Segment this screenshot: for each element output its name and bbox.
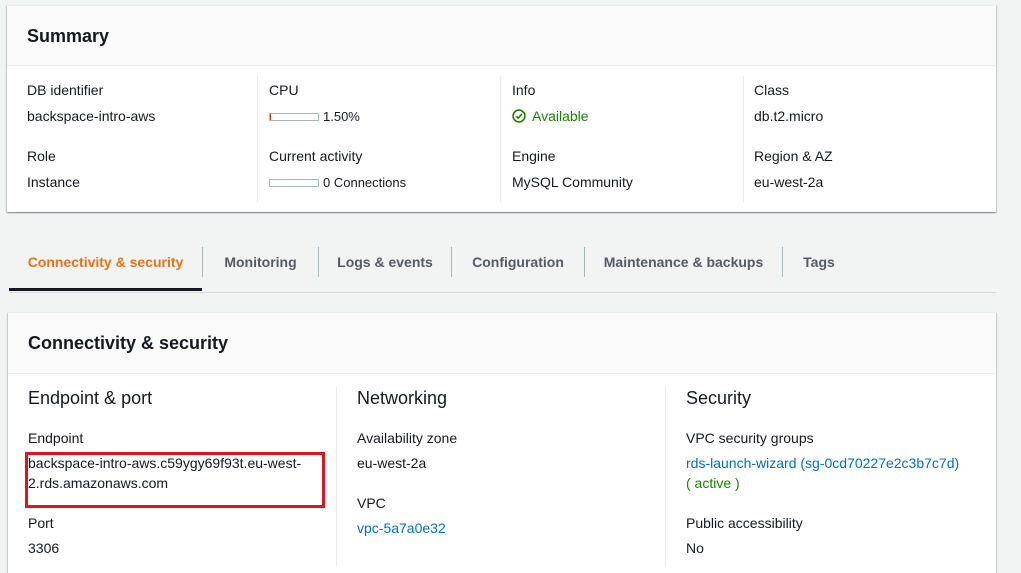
info-status-text: Available <box>532 108 589 124</box>
class-value: db.t2.micro <box>754 108 824 124</box>
tab-maintenance-backups[interactable]: Maintenance & backups <box>585 240 782 291</box>
engine-label: Engine <box>512 148 556 164</box>
vpc-link[interactable]: vpc-5a7a0e32 <box>357 520 446 536</box>
summary-title: Summary <box>27 26 110 46</box>
cpu-label: CPU <box>269 82 299 98</box>
column-divider <box>665 387 666 567</box>
availability-zone-value: eu-west-2a <box>357 455 427 471</box>
current-activity-label: Current activity <box>269 148 363 164</box>
check-circle-icon <box>512 109 526 123</box>
tab-tags[interactable]: Tags <box>783 240 855 291</box>
column-divider <box>336 387 337 567</box>
activity-meter <box>269 179 319 187</box>
cpu-meter <box>269 113 319 121</box>
role-value: Instance <box>27 174 80 190</box>
db-identifier-value: backspace-intro-aws <box>27 108 156 124</box>
security-group-link[interactable]: rds-launch-wizard (sg-0cd70227e2c3b7c7d) <box>686 455 959 471</box>
port-label: Port <box>28 515 54 531</box>
security-title: Security <box>686 388 752 408</box>
public-accessibility-value: No <box>686 540 704 556</box>
summary-header: Summary <box>7 6 996 66</box>
connectivity-title: Connectivity & security <box>28 333 229 353</box>
endpoint-port-title: Endpoint & port <box>28 388 153 408</box>
summary-col-cpu: CPU 1.50% Current activity 0 Connections <box>262 76 501 202</box>
region-az-label: Region & AZ <box>754 148 833 164</box>
public-accessibility-label: Public accessibility <box>686 515 803 531</box>
tab-monitoring[interactable]: Monitoring <box>203 240 318 291</box>
summary-col-class: Class db.t2.micro Region & AZ eu-west-2a <box>748 76 986 202</box>
class-label: Class <box>754 82 790 98</box>
connectivity-panel: Connectivity & security Endpoint & port … <box>8 312 996 573</box>
summary-col-identifier: DB identifier backspace-intro-aws Role I… <box>19 76 258 202</box>
vpc-security-groups-label: VPC security groups <box>686 430 814 446</box>
role-label: Role <box>27 148 56 164</box>
current-activity-value: 0 Connections <box>323 175 407 190</box>
cpu-meter-fill <box>270 114 271 120</box>
info-status: Available <box>512 108 589 124</box>
endpoint-highlight-box <box>25 452 325 508</box>
region-az-value: eu-west-2a <box>754 174 824 190</box>
db-identifier-label: DB identifier <box>27 82 104 98</box>
detail-tabs: Connectivity & security Monitoring Logs … <box>9 240 996 293</box>
port-value: 3306 <box>28 540 60 556</box>
networking-title: Networking <box>357 388 448 408</box>
engine-value: MySQL Community <box>512 174 633 190</box>
connectivity-header: Connectivity & security <box>8 313 996 374</box>
summary-panel: Summary DB identifier backspace-intro-aw… <box>7 5 996 212</box>
tab-configuration[interactable]: Configuration <box>452 240 584 291</box>
tab-connectivity-security[interactable]: Connectivity & security <box>9 240 202 291</box>
vpc-label: VPC <box>357 495 386 511</box>
availability-zone-label: Availability zone <box>357 430 458 446</box>
endpoint-label: Endpoint <box>28 430 84 446</box>
security-group-status: ( active ) <box>686 475 740 491</box>
tab-logs-events[interactable]: Logs & events <box>319 240 451 291</box>
cpu-value: 1.50% <box>323 109 360 124</box>
summary-col-info: Info Available Engine MySQL Community <box>505 76 744 202</box>
info-label: Info <box>512 82 536 98</box>
